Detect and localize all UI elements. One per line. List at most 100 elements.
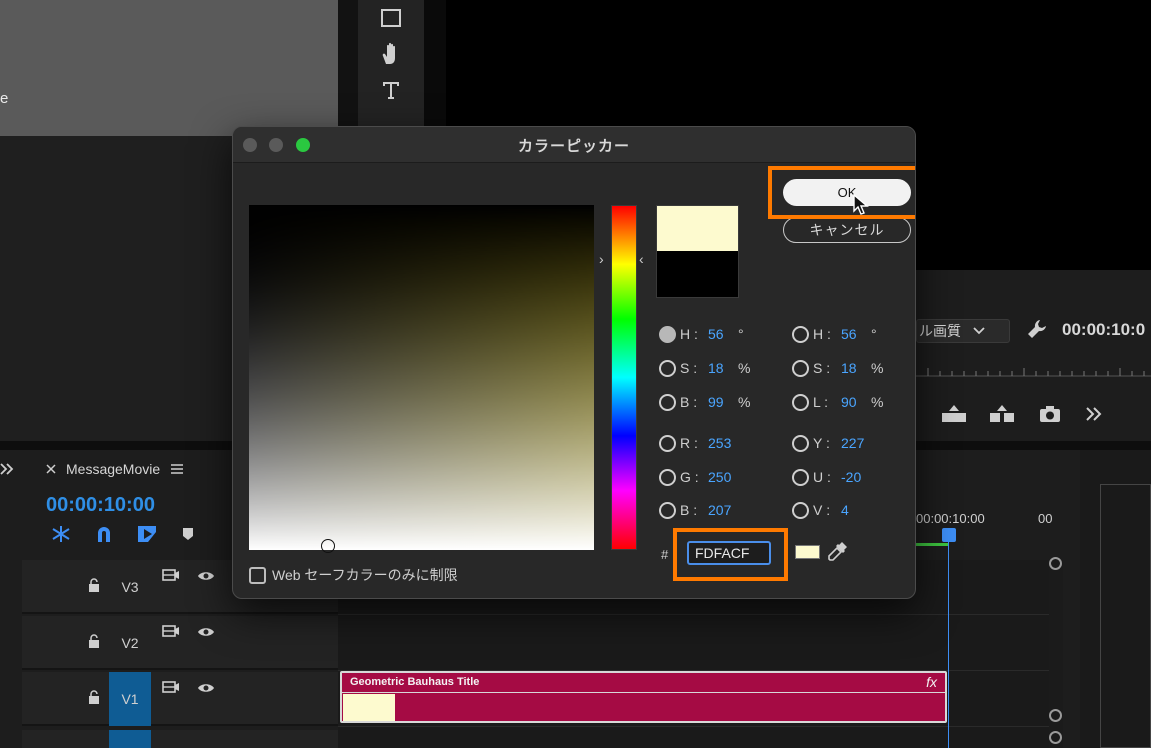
label-brightness-hsb: B :: [680, 394, 698, 410]
more-controls-icon[interactable]: [1084, 404, 1104, 424]
timeline-tab-bar: MessageMovie: [0, 455, 184, 483]
playback-quality-select[interactable]: ル画質: [916, 319, 1010, 343]
new-color-swatch: [657, 206, 738, 251]
extract-icon[interactable]: [988, 404, 1016, 424]
radio-green[interactable]: [659, 468, 676, 486]
track-label-v3[interactable]: V3: [109, 560, 151, 614]
lock-icon[interactable]: [88, 634, 100, 648]
radio-chroma-v[interactable]: [792, 501, 809, 519]
eye-icon[interactable]: [197, 626, 215, 638]
wrench-icon[interactable]: [1026, 318, 1048, 345]
value-lightness-hsl[interactable]: 90: [841, 394, 867, 410]
sync-lock-icon[interactable]: [162, 624, 180, 638]
camera-icon[interactable]: [1036, 404, 1064, 424]
timeline-ruler[interactable]: 00:00:10:00 00: [916, 508, 1056, 548]
value-saturation-hsb[interactable]: 18: [708, 360, 734, 376]
radio-blue[interactable]: [659, 501, 676, 519]
radio-hue-hsb[interactable]: [659, 325, 676, 343]
value-brightness-hsb[interactable]: 99: [708, 394, 734, 410]
hand-tool-icon[interactable]: [358, 36, 424, 72]
value-chroma-u[interactable]: -20: [841, 469, 861, 485]
label-chroma-v: V :: [813, 502, 831, 518]
field-brightness-hsb: B : 99 %: [659, 392, 750, 412]
audio-meters: [1100, 484, 1151, 748]
radio-chroma-u[interactable]: [792, 468, 809, 486]
type-tool-icon[interactable]: [358, 72, 424, 108]
rectangle-tool-icon[interactable]: [358, 0, 424, 36]
linked-selection-icon[interactable]: [136, 524, 158, 544]
cancel-button[interactable]: キャンセル: [783, 217, 911, 243]
value-green[interactable]: 250: [708, 469, 731, 485]
eyedropper-icon[interactable]: [827, 540, 849, 562]
radio-saturation-hsb[interactable]: [659, 359, 676, 377]
websafe-option[interactable]: Web セーフカラーのみに制限: [249, 565, 458, 585]
eye-icon[interactable]: [197, 570, 215, 582]
menu-icon[interactable]: [170, 463, 184, 475]
program-ruler: [916, 368, 1151, 377]
original-color-swatch[interactable]: [657, 251, 738, 297]
playhead-line: [948, 540, 949, 748]
add-marker-icon[interactable]: [180, 524, 196, 544]
nest-sequence-icon[interactable]: [50, 524, 72, 544]
clip-title: Geometric Bauhaus Title: [350, 676, 480, 688]
chevron-right-icon[interactable]: [0, 462, 14, 476]
unit-hue-hsb: °: [738, 326, 744, 342]
lock-icon[interactable]: [88, 690, 100, 704]
field-red: R : 253: [659, 433, 731, 453]
radio-brightness-hsb[interactable]: [659, 393, 676, 411]
value-hue-hsl[interactable]: 56: [841, 326, 867, 342]
timeline-timecode[interactable]: 00:00:10:00: [46, 494, 155, 517]
clip-thumbnail: [343, 694, 395, 721]
value-blue[interactable]: 207: [708, 502, 731, 518]
lock-icon[interactable]: [88, 578, 100, 592]
label-green: G :: [680, 469, 699, 485]
dialog-title: カラーピッカー: [517, 137, 630, 155]
field-saturation-hsb: S : 18 %: [659, 358, 750, 378]
work-area-bar: [916, 543, 948, 546]
eye-icon[interactable]: [197, 682, 215, 694]
vertical-scrollbar[interactable]: [1049, 557, 1063, 748]
dialog-titlebar[interactable]: カラーピッカー: [233, 127, 915, 163]
scroll-handle-mid[interactable]: [1049, 709, 1062, 722]
radio-red[interactable]: [659, 434, 676, 452]
close-icon[interactable]: [46, 464, 56, 474]
radio-luma-y[interactable]: [792, 434, 809, 452]
scroll-handle-top[interactable]: [1049, 557, 1062, 570]
field-hue-hsb: H : 56 °: [659, 324, 744, 344]
panel-gutter: [338, 0, 358, 130]
tab-messagemovie[interactable]: MessageMovie: [66, 461, 160, 477]
sync-lock-icon[interactable]: [162, 680, 180, 694]
saturation-brightness-field[interactable]: [249, 205, 594, 553]
sync-lock-icon[interactable]: [162, 568, 180, 582]
label-saturation-hsl: S :: [813, 360, 831, 376]
track-row-v1: V1: [22, 672, 338, 726]
hue-slider-right-arrow-icon[interactable]: ‹: [639, 251, 644, 267]
value-hue-hsb[interactable]: 56: [708, 326, 734, 342]
hue-slider[interactable]: [611, 205, 637, 550]
value-red[interactable]: 253: [708, 435, 731, 451]
hue-slider-left-arrow-icon[interactable]: ›: [599, 251, 604, 267]
title-clip[interactable]: Geometric Bauhaus Title fx: [340, 671, 947, 723]
label-hue-hsb: H :: [680, 326, 698, 342]
websafe-checkbox[interactable]: [249, 566, 266, 584]
value-chroma-v[interactable]: 4: [841, 502, 849, 518]
track-label-v2[interactable]: V2: [109, 616, 151, 670]
color-field-cursor[interactable]: [321, 539, 335, 553]
track-label-v1[interactable]: V1: [109, 672, 151, 726]
scroll-handle-bottom[interactable]: [1049, 731, 1062, 744]
value-saturation-hsl[interactable]: 18: [841, 360, 867, 376]
radio-hue-hsl[interactable]: [792, 325, 809, 343]
websafe-label: Web セーフカラーのみに制限: [272, 567, 458, 583]
snap-magnet-icon[interactable]: [94, 524, 114, 544]
value-luma-y[interactable]: 227: [841, 435, 864, 451]
track-row-a1: [22, 730, 338, 748]
radio-lightness-hsl[interactable]: [792, 393, 809, 411]
label-lightness-hsl: L :: [813, 394, 829, 410]
radio-saturation-hsl[interactable]: [792, 359, 809, 377]
label-saturation-hsb: S :: [680, 360, 698, 376]
timeline-tools: [50, 524, 196, 544]
track-label-a1[interactable]: [109, 730, 151, 748]
track-row-v2: V2: [22, 616, 338, 670]
lift-icon[interactable]: [940, 404, 968, 424]
playhead-handle[interactable]: [942, 528, 956, 542]
